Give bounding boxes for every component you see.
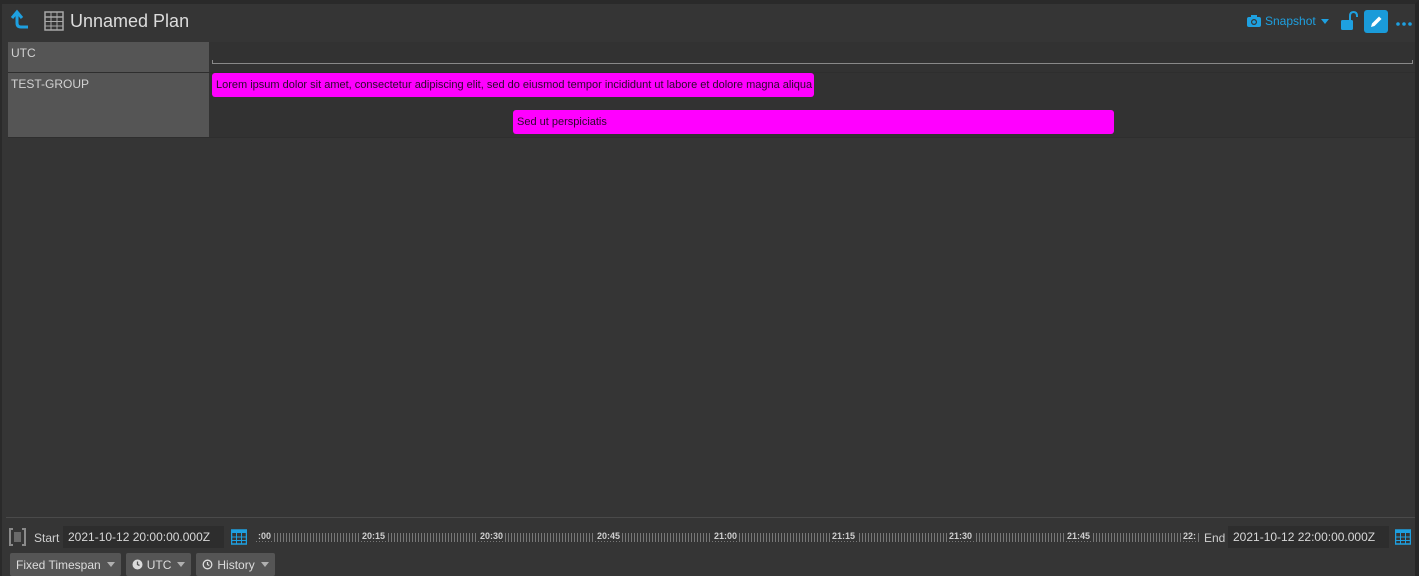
end-calendar-button[interactable] — [1394, 529, 1412, 545]
tick-label: 21:45 — [1065, 531, 1093, 541]
chevron-down-icon — [1320, 18, 1329, 24]
tick-label: :00 — [256, 531, 274, 541]
start-calendar-button[interactable] — [230, 529, 248, 545]
chevron-down-icon — [260, 562, 269, 567]
start-label: Start — [34, 531, 60, 545]
time-axis-lane — [209, 42, 1415, 72]
chevron-down-icon — [177, 562, 186, 567]
history-dropdown[interactable]: History — [196, 553, 275, 576]
plan-view: Unnamed Plan Snapshot UTC TEST-GROUP Lor… — [0, 0, 1419, 576]
chevron-down-icon — [106, 562, 115, 567]
tick-label: 20:45 — [595, 531, 623, 541]
timezone-dropdown[interactable]: UTC — [125, 553, 192, 576]
arrow-up-icon — [10, 9, 28, 29]
calendar-icon — [230, 529, 248, 545]
table-icon — [44, 11, 64, 31]
plan-title: Unnamed Plan — [70, 11, 190, 31]
row-label: TEST-GROUP — [8, 73, 209, 137]
timeline-row-test-group: TEST-GROUP Lorem ipsum dolor sit amet, c… — [8, 73, 1415, 138]
camera-icon — [1247, 15, 1261, 27]
snapshot-label: Snapshot — [1265, 14, 1316, 28]
tick-label: 20:30 — [478, 531, 506, 541]
timeline-rows: UTC TEST-GROUP Lorem ipsum dolor sit ame… — [8, 42, 1415, 138]
activity-bar[interactable]: Lorem ipsum dolor sit amet, consectetur … — [212, 73, 814, 97]
tick-label: 21:15 — [830, 531, 858, 541]
clock-icon — [132, 559, 143, 570]
snapshot-button[interactable]: Snapshot — [1246, 12, 1329, 30]
activity-lane: Lorem ipsum dolor sit amet, consectetur … — [209, 73, 1415, 137]
timespan-mode-dropdown[interactable]: Fixed Timespan — [10, 553, 121, 576]
pencil-icon — [1371, 16, 1382, 27]
activity-bar[interactable]: Sed ut perspiciatis — [513, 110, 1114, 134]
lock-toggle-button[interactable] — [1340, 10, 1358, 31]
start-time-input[interactable] — [63, 526, 224, 548]
calendar-icon — [1394, 529, 1412, 545]
history-label: History — [217, 557, 255, 572]
edit-button[interactable] — [1364, 10, 1388, 33]
navigate-up-button[interactable] — [10, 9, 32, 31]
tick-label: 20:15 — [360, 531, 388, 541]
history-icon — [202, 559, 213, 570]
timezone-label: UTC — [146, 557, 172, 572]
conductor-modes: Fixed Timespan UTC History — [10, 553, 275, 576]
time-axis-ticks[interactable]: :00 20:15 20:30 20:45 21:00 21:15 21:30 … — [256, 530, 1199, 544]
time-axis — [212, 60, 1413, 64]
timeline-row-utc: UTC — [8, 42, 1415, 73]
end-label: End — [1204, 531, 1226, 545]
timespan-mode-label: Fixed Timespan — [16, 557, 101, 572]
divider — [6, 517, 1415, 518]
ellipsis-icon — [1396, 22, 1412, 26]
row-label: UTC — [8, 42, 209, 72]
tick-label: 21:00 — [712, 531, 740, 541]
tick-label: 22: — [1181, 531, 1199, 541]
conductor-icon — [9, 527, 26, 547]
plan-header: Unnamed Plan Snapshot — [2, 4, 1415, 40]
unlock-icon — [1341, 10, 1358, 30]
time-conductor: Start :00 20:15 20:30 20:45 21:00 21:15 … — [2, 524, 1415, 550]
end-time-input[interactable] — [1228, 526, 1389, 548]
more-options-button[interactable] — [1394, 13, 1414, 31]
tick-label: 21:30 — [947, 531, 975, 541]
